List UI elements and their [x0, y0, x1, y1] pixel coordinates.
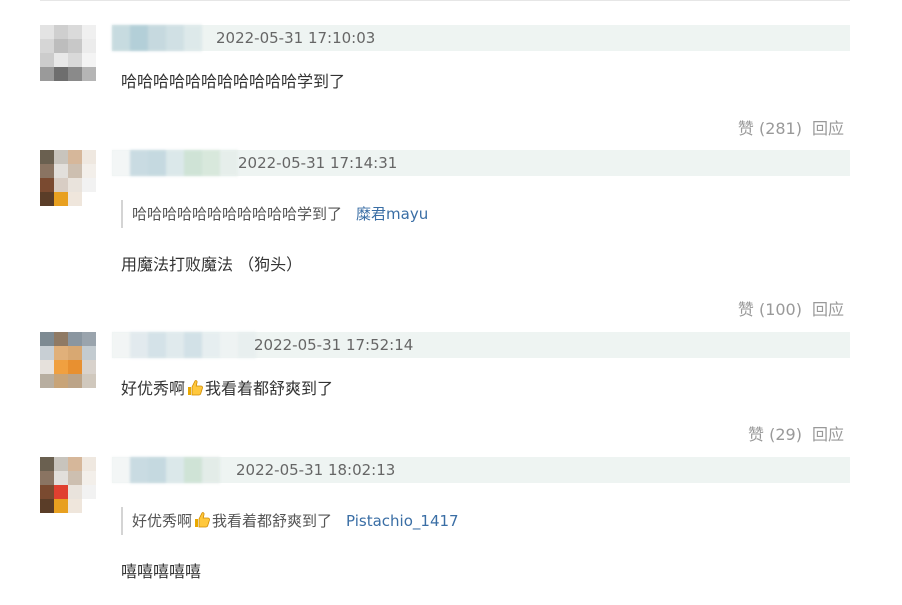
- comment-text: 好优秀啊 我看着都舒爽到了: [121, 378, 333, 400]
- top-divider: [40, 0, 850, 1]
- username-blurred[interactable]: [112, 457, 220, 483]
- comment-timestamp: 2022-05-31 17:10:03: [216, 29, 376, 47]
- comment-text-part: 我看着都舒爽到了: [205, 379, 334, 398]
- quoted-author-link[interactable]: Pistachio_1417: [346, 512, 459, 530]
- username-blurred[interactable]: [112, 150, 238, 176]
- avatar[interactable]: [40, 150, 96, 206]
- quoted-comment: 好优秀啊 我看着都舒爽到了 Pistachio_1417: [121, 507, 459, 535]
- comment-text: 用魔法打败魔法 （狗头）: [121, 255, 303, 274]
- comment-text-part: 好优秀啊: [121, 379, 186, 398]
- comment-actions: 赞 (100) 回应: [738, 300, 844, 320]
- avatar[interactable]: [40, 332, 96, 388]
- quoted-author-link[interactable]: 糜君mayu: [356, 205, 428, 223]
- comment-text: 哈哈哈哈哈哈哈哈哈哈哈学到了: [121, 72, 346, 91]
- quoted-text: 哈哈哈哈哈哈哈哈哈哈哈学到了: [132, 205, 343, 223]
- comment-actions: 赞 (29) 回应: [748, 425, 844, 445]
- quoted-text-part: 好优秀啊: [132, 512, 193, 530]
- like-button[interactable]: 赞 (100): [738, 300, 802, 319]
- comment-timestamp: 2022-05-31 18:02:13: [236, 461, 396, 479]
- thumbs-up-icon: [195, 512, 210, 528]
- quoted-comment: 哈哈哈哈哈哈哈哈哈哈哈学到了 糜君mayu: [121, 200, 428, 228]
- reply-button[interactable]: 回应: [812, 425, 844, 444]
- comment-timestamp: 2022-05-31 17:52:14: [254, 336, 414, 354]
- quoted-text-part: 我看着都舒爽到了: [212, 512, 333, 530]
- avatar[interactable]: [40, 25, 96, 81]
- comment-meta-bar: [112, 457, 850, 483]
- comment-timestamp: 2022-05-31 17:14:31: [238, 154, 398, 172]
- thumbs-up-icon: [188, 380, 203, 396]
- username-blurred[interactable]: [112, 25, 202, 51]
- avatar[interactable]: [40, 457, 96, 513]
- reply-button[interactable]: 回应: [812, 300, 844, 319]
- like-button[interactable]: 赞 (281): [738, 119, 802, 138]
- comment-text: 嘻嘻嘻嘻嘻: [121, 562, 202, 581]
- like-button[interactable]: 赞 (29): [748, 425, 802, 444]
- username-blurred[interactable]: [112, 332, 256, 358]
- reply-button[interactable]: 回应: [812, 119, 844, 138]
- comment-actions: 赞 (281) 回应: [738, 119, 844, 139]
